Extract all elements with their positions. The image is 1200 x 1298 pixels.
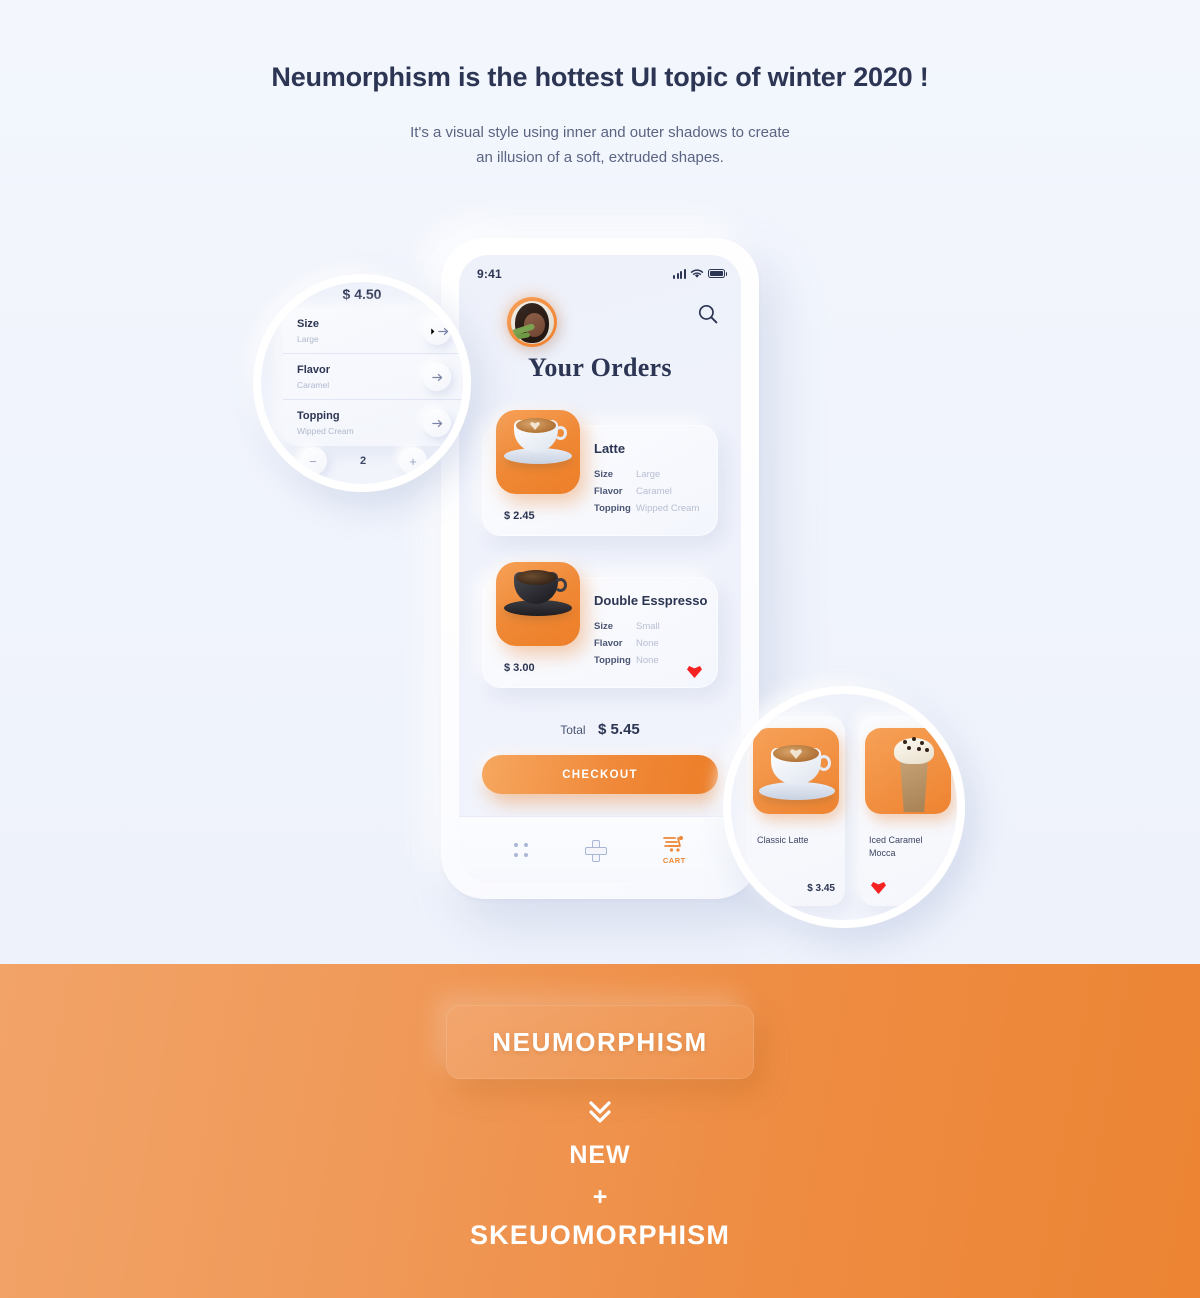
attribute-row: Size Small	[594, 621, 712, 632]
wifi-icon	[690, 269, 704, 278]
neumorphism-button-label: NEUMORPHISM	[492, 1026, 708, 1057]
product-price: $	[941, 883, 947, 894]
option-key: Flavor	[297, 364, 331, 376]
search-icon[interactable]	[697, 303, 719, 325]
attribute-value: None	[636, 655, 659, 666]
order-card[interactable]: $ 2.45 Latte Size Large Flavor Caramel T…	[482, 410, 718, 536]
nav-item-cart-label: CART	[662, 855, 686, 865]
hero-subtitle: It's a visual style using inner and oute…	[0, 120, 1200, 170]
nav-item-grid[interactable]	[513, 842, 528, 857]
hero-section: Neumorphism is the hottest UI topic of w…	[0, 0, 1200, 964]
product-name: Classic Latte	[757, 835, 809, 845]
magnified-price: $ 4.50	[342, 286, 382, 302]
orders-heading: Your Orders	[528, 353, 672, 382]
arrow-right-icon[interactable]	[423, 363, 451, 391]
neumorphism-button[interactable]: NEUMORPHISM	[446, 1005, 754, 1079]
page-title: Neumorphism is the hottest UI topic of w…	[271, 62, 929, 92]
nav-item-add[interactable]	[584, 839, 607, 862]
total-value: $ 5.45	[598, 721, 640, 738]
signal-bars-icon	[673, 269, 686, 279]
attribute-key: Size	[594, 469, 614, 480]
chevron-double-down-icon	[0, 1098, 1200, 1128]
attribute-row: Topping None	[594, 655, 712, 666]
option-row-topping[interactable]: Topping Wipped Cream	[283, 400, 463, 446]
order-attributes: Size Small Flavor None Topping None	[594, 621, 712, 672]
grid-dots-icon	[513, 842, 528, 857]
attribute-value: Large	[636, 469, 661, 480]
favorite-heart-icon[interactable]	[871, 882, 886, 894]
hero-subtitle-line-2: an illusion of a soft, extruded shapes.	[476, 149, 724, 166]
label-skeuomorphism: SKEUOMORPHISM	[469, 1220, 731, 1250]
page-root: Neumorphism is the hottest UI topic of w…	[0, 0, 1200, 1298]
label-new: NEW	[569, 1141, 631, 1169]
order-total: Total $ 5.45	[459, 721, 741, 739]
option-row-size[interactable]: Size Large	[283, 308, 463, 354]
order-attributes: Size Large Flavor Caramel Topping Wipped…	[594, 469, 712, 520]
option-key: Size	[297, 318, 320, 330]
attribute-row: Size Large	[594, 469, 712, 480]
magnifier-products: Classic Latte $ 3.45 Iced Caramel Mocca	[723, 686, 965, 928]
avatar[interactable]	[507, 297, 557, 347]
option-value: Caramel	[297, 380, 330, 390]
option-value: Wipped Cream	[297, 426, 354, 436]
order-price: $ 2.45	[504, 510, 535, 522]
nav-item-cart[interactable]: CART	[662, 835, 686, 865]
attribute-key: Topping	[594, 655, 631, 666]
arrow-right-icon[interactable]	[423, 317, 451, 345]
attribute-value: None	[636, 638, 659, 649]
product-card[interactable]: Classic Latte $ 3.45	[747, 716, 845, 906]
order-name: Double Esspresso	[594, 593, 708, 608]
attribute-value: Caramel	[636, 486, 672, 497]
attribute-key: Size	[594, 621, 614, 632]
product-thumbnail-latte	[496, 410, 580, 494]
option-panel: Size Large Flavor Caramel Topping Wipped…	[283, 308, 463, 446]
attribute-row: Flavor Caramel	[594, 486, 712, 497]
checkout-button[interactable]: CHECKOUT	[482, 755, 718, 794]
option-value: Large	[297, 334, 319, 344]
battery-icon	[708, 269, 728, 278]
avatar-photo	[510, 300, 554, 344]
magnifier-options: $ 4.50 Size Large Flavor Caramel Topping…	[253, 274, 471, 492]
status-time: 9:41	[477, 267, 502, 281]
attribute-row: Flavor None	[594, 638, 712, 649]
product-card[interactable]: Iced Caramel Mocca $	[859, 716, 957, 906]
option-row-flavor[interactable]: Flavor Caramel	[283, 354, 463, 400]
arrow-right-icon[interactable]	[423, 409, 451, 437]
phone-mockup: 9:41 Your Orders $ 2.45 Latte Size Large…	[441, 238, 759, 899]
attribute-key: Flavor	[594, 486, 623, 497]
order-price: $ 3.00	[504, 662, 535, 674]
quantity-stepper: − 2 +	[299, 444, 427, 478]
quantity-increase-button[interactable]: +	[399, 447, 427, 475]
cart-icon	[663, 835, 684, 852]
attribute-key: Flavor	[594, 638, 623, 649]
attribute-key: Topping	[594, 503, 631, 514]
product-name: Iced Caramel Mocca	[869, 835, 923, 858]
attribute-row: Topping Wipped Cream	[594, 503, 712, 514]
phone-screen: 9:41 Your Orders $ 2.45 Latte Size Large…	[459, 255, 741, 882]
status-bar: 9:41	[459, 265, 741, 285]
quantity-value: 2	[359, 455, 367, 467]
order-name: Latte	[594, 441, 626, 456]
status-icons	[673, 268, 728, 279]
attribute-value: Wipped Cream	[636, 503, 700, 514]
product-image-iced-caramel-mocca	[865, 728, 951, 814]
product-image-classic-latte	[753, 728, 839, 814]
hero-subtitle-line-1: It's a visual style using inner and oute…	[410, 124, 790, 141]
bottom-nav: CART	[459, 816, 741, 882]
quantity-decrease-button[interactable]: −	[299, 447, 327, 475]
total-label: Total	[560, 723, 586, 737]
option-key: Topping	[297, 410, 340, 422]
product-price: $ 3.45	[807, 883, 835, 894]
attribute-value: Small	[636, 621, 660, 632]
frappe-cup-art	[893, 734, 935, 812]
plus-icon	[584, 839, 607, 862]
product-thumbnail-espresso	[496, 562, 580, 646]
label-plus: +	[592, 1183, 608, 1211]
order-card[interactable]: $ 3.00 Double Esspresso Size Small Flavo…	[482, 562, 718, 688]
